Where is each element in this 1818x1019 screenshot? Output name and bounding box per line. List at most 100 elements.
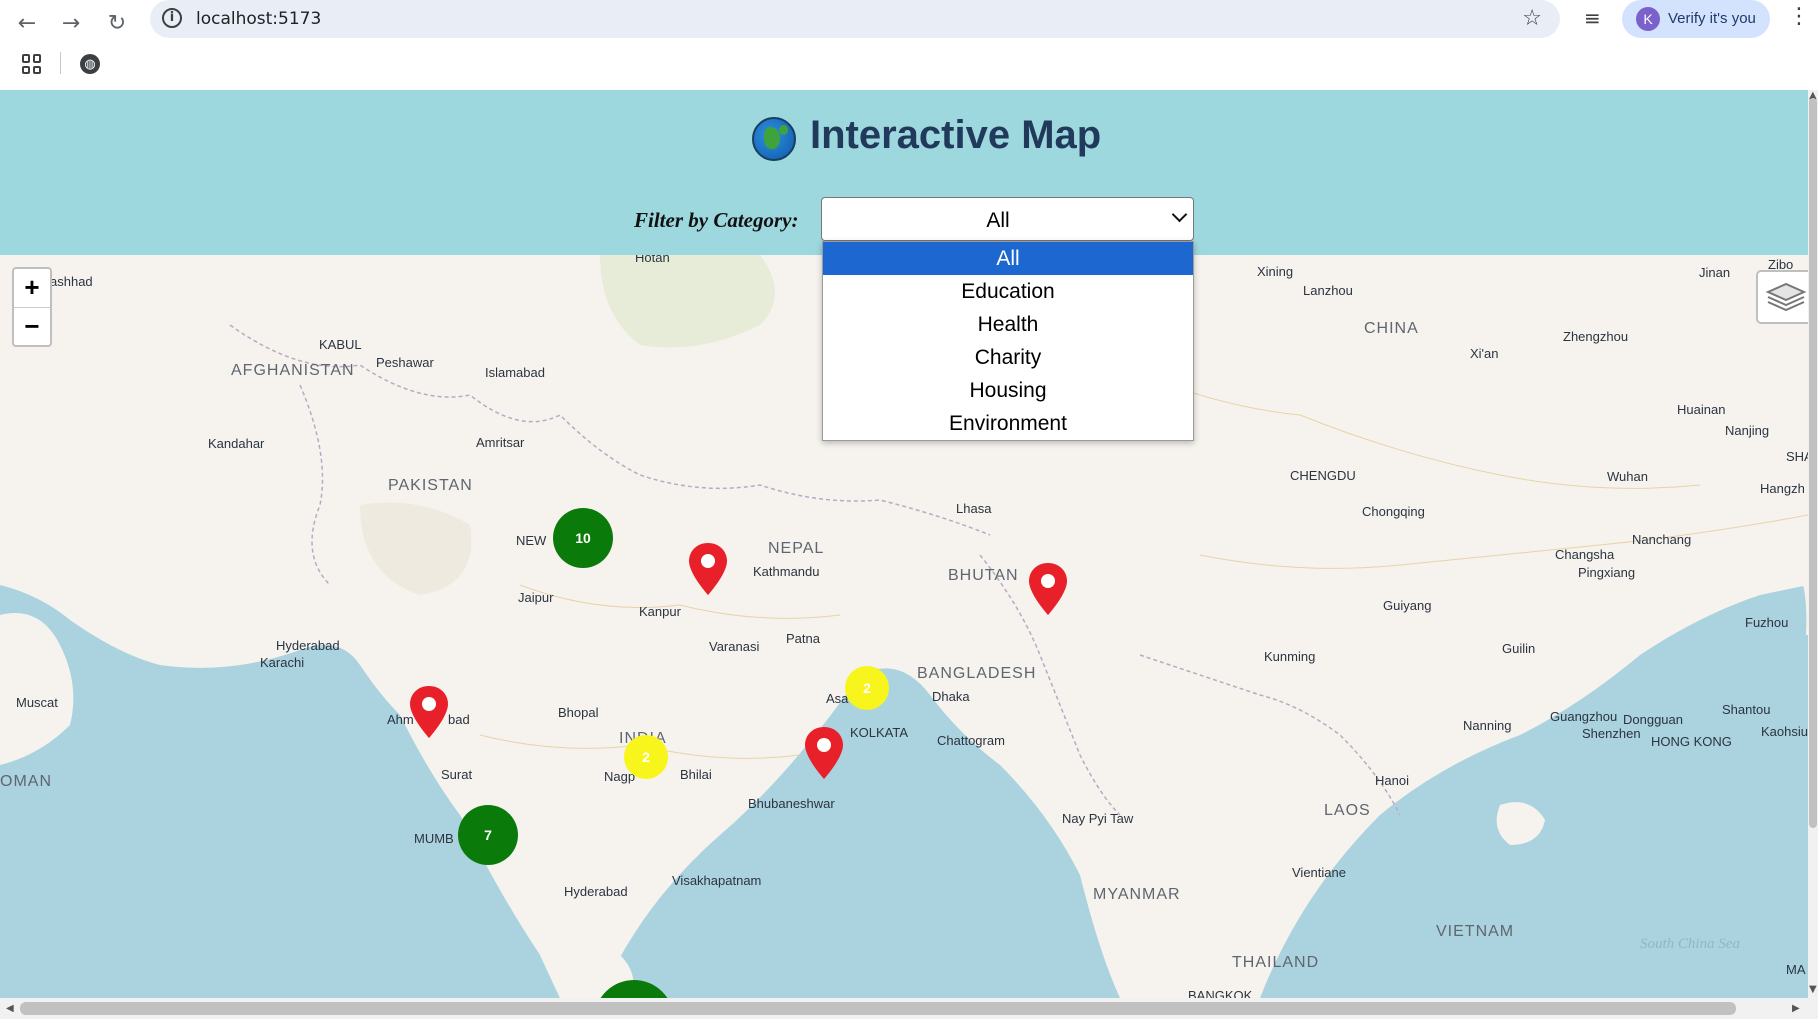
map-label: Jinan: [1699, 265, 1731, 280]
map-label: Kaohsiu: [1761, 724, 1808, 739]
map-pin-icon[interactable]: [802, 725, 846, 781]
map-label: Chongqing: [1362, 504, 1425, 519]
map-label: MUMB: [414, 831, 454, 846]
map-label: Shantou: [1722, 702, 1771, 717]
map-label: Chattogram: [937, 733, 1005, 748]
map-label: Bhubaneshwar: [748, 796, 835, 811]
scroll-left-arrow-icon[interactable]: ◀: [6, 1003, 14, 1014]
map-label: CHENGDU: [1290, 468, 1356, 483]
map-label: Peshawar: [376, 355, 434, 370]
category-select-value: All: [986, 209, 1010, 232]
scroll-down-arrow-icon[interactable]: ▼: [1809, 984, 1817, 995]
dropdown-option[interactable]: Environment: [823, 407, 1193, 440]
map-label: Wuhan: [1607, 469, 1648, 484]
map-pin-icon[interactable]: [407, 684, 451, 740]
map-label: Lanzhou: [1303, 283, 1353, 298]
apps-grid-icon[interactable]: [22, 54, 42, 74]
marker-cluster[interactable]: 7: [458, 805, 518, 865]
forward-arrow-icon[interactable]: →: [54, 6, 88, 40]
browser-toolbar: ← → ↻ i localhost:5173 ☆ ≡ K Verify it's…: [0, 0, 1818, 90]
reload-icon[interactable]: ↻: [100, 6, 134, 40]
reading-list-icon[interactable]: ≡: [1584, 6, 1601, 30]
category-select[interactable]: All: [821, 197, 1194, 241]
map-label: BANGLADESH: [917, 665, 1037, 682]
map-label: Hangzh: [1760, 481, 1805, 496]
map-label: Amritsar: [476, 435, 525, 450]
map-label: OMAN: [0, 773, 52, 790]
zoom-out-button[interactable]: −: [14, 307, 50, 346]
map-label: ashhad: [50, 274, 93, 289]
map-label: Lhasa: [956, 501, 992, 516]
map-label: Hotan: [635, 255, 670, 265]
map-label: HONG KONG: [1651, 734, 1732, 749]
map-label: Islamabad: [485, 365, 545, 380]
chevron-down-icon: [1171, 206, 1188, 223]
map-label: AFGHANISTAN: [231, 362, 355, 379]
earth-globe-icon: [752, 117, 796, 161]
map-label: South China Sea: [1640, 936, 1740, 952]
map-label: Kanpur: [639, 604, 681, 619]
map-label: Guangzhou: [1550, 709, 1618, 724]
dropdown-option[interactable]: All: [823, 242, 1193, 275]
profile-button[interactable]: K Verify it's you: [1622, 0, 1770, 38]
vertical-scroll-thumb[interactable]: [1809, 98, 1817, 828]
map-label: Nanjing: [1725, 423, 1770, 438]
map-pin-icon[interactable]: [686, 541, 730, 597]
marker-cluster[interactable]: 2: [624, 735, 668, 779]
map-label: Guilin: [1502, 641, 1536, 656]
map-label: Kandahar: [208, 436, 265, 451]
map-label: Guiyang: [1383, 598, 1432, 613]
map-label: BANGKOK: [1188, 988, 1253, 998]
horizontal-scrollbar[interactable]: ◀ ▶: [0, 998, 1808, 1019]
map-label: Hyderabad: [276, 638, 340, 653]
dropdown-option[interactable]: Health: [823, 308, 1193, 341]
map-label: VIETNAM: [1436, 923, 1515, 940]
zoom-control: + −: [12, 267, 52, 347]
map-label: Patna: [786, 631, 820, 646]
map-label: Pingxiang: [1578, 565, 1636, 580]
zoom-in-button[interactable]: +: [14, 269, 50, 307]
dropdown-option[interactable]: Charity: [823, 341, 1193, 374]
map-label: Vientiane: [1292, 865, 1346, 880]
site-info-icon[interactable]: i: [162, 8, 182, 28]
map-label: Nanning: [1463, 718, 1512, 733]
globe-bookmark-icon[interactable]: ◍: [80, 54, 100, 74]
vertical-scrollbar[interactable]: ▲ ▼: [1808, 90, 1818, 1019]
map-label: NEW: [516, 533, 547, 548]
map-label: Bhilai: [680, 767, 712, 782]
scroll-right-arrow-icon[interactable]: ▶: [1792, 1003, 1800, 1014]
map-label: Bhopal: [558, 705, 599, 720]
dropdown-option[interactable]: Housing: [823, 374, 1193, 407]
more-menu-icon[interactable]: ⋮: [1788, 4, 1810, 29]
map-label: Muscat: [16, 695, 58, 710]
map-label: Hyderabad: [564, 884, 628, 899]
map-label: KOLKATA: [850, 725, 909, 740]
marker-cluster[interactable]: 10: [553, 508, 613, 568]
map-label: Dhaka: [932, 689, 970, 704]
back-arrow-icon[interactable]: ←: [10, 6, 44, 40]
horizontal-scroll-thumb[interactable]: [20, 1002, 1736, 1015]
map-label: CHINA: [1364, 320, 1419, 337]
url-text[interactable]: localhost:5173: [196, 9, 321, 29]
profile-label: Verify it's you: [1668, 10, 1756, 27]
map-label: PAKISTAN: [388, 477, 473, 494]
map-label: bad: [448, 712, 470, 727]
map-label: Karachi: [260, 655, 305, 670]
map-pin-icon[interactable]: [1026, 561, 1070, 617]
map-label: Shenzhen: [1582, 726, 1641, 741]
address-bar[interactable]: i localhost:5173 ☆: [150, 0, 1560, 38]
map-label: Xi'an: [1470, 346, 1499, 361]
layers-control[interactable]: [1756, 270, 1808, 324]
marker-cluster[interactable]: 2: [845, 666, 889, 710]
map-label: Nanchang: [1632, 532, 1692, 547]
bookmark-star-icon[interactable]: ☆: [1522, 6, 1542, 31]
dropdown-option[interactable]: Education: [823, 275, 1193, 308]
map-label: Visakhapatnam: [672, 873, 762, 888]
map-label: Kunming: [1264, 649, 1316, 664]
map-label: Surat: [441, 767, 473, 782]
avatar: K: [1636, 7, 1660, 31]
map-label: NEPAL: [768, 540, 825, 557]
map-label: Dongguan: [1623, 712, 1683, 727]
map-label: MYANMAR: [1093, 886, 1181, 903]
page-title: Interactive Map: [810, 113, 1102, 157]
